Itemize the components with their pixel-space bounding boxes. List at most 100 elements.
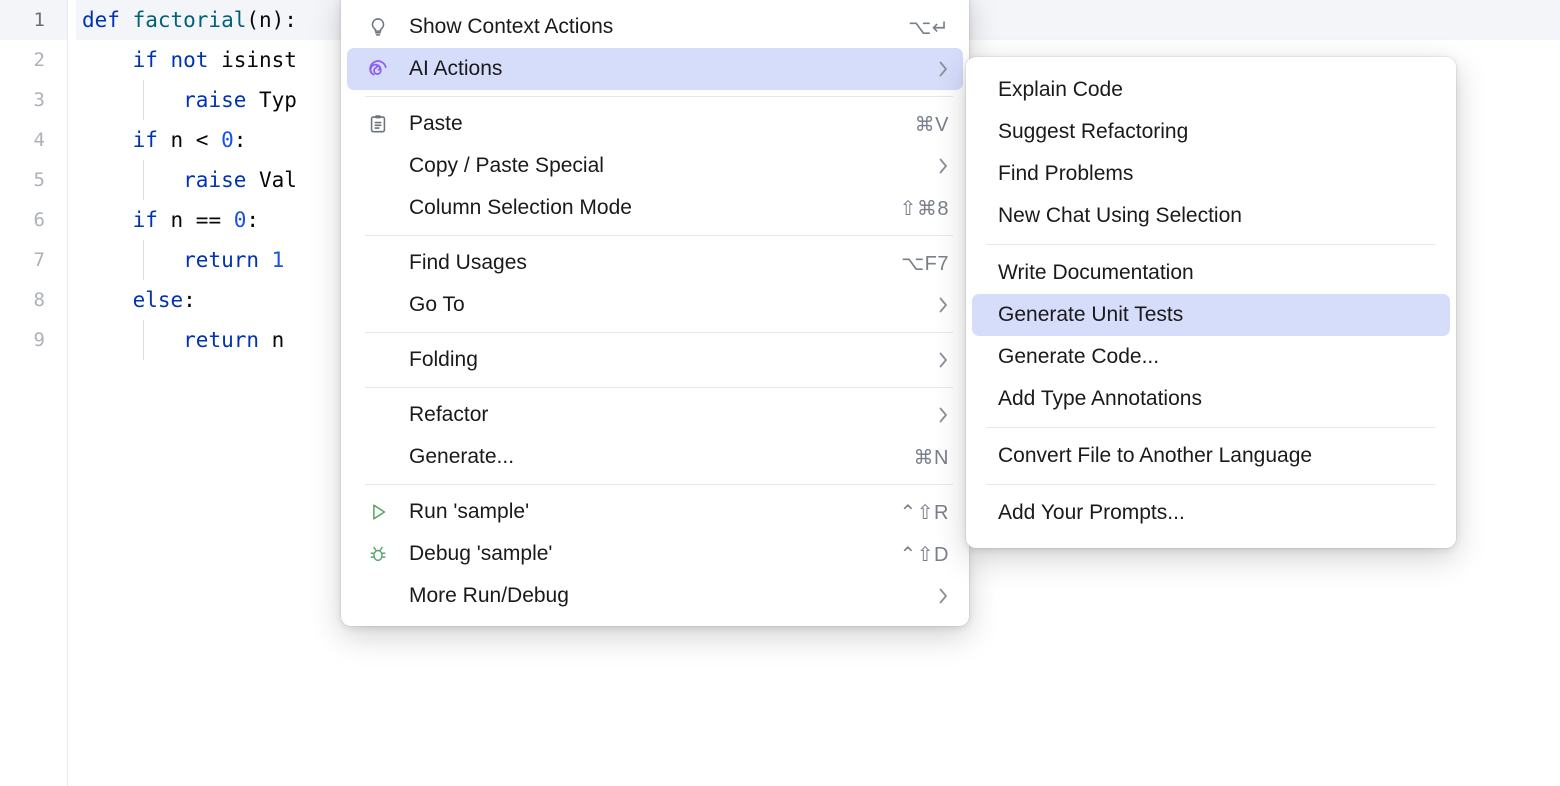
menu-item-label: Run 'sample' [409, 500, 530, 523]
menu-separator [365, 332, 953, 333]
menu-item-generate-code[interactable]: Generate Code... [972, 336, 1450, 378]
code-token: if not [132, 48, 222, 72]
menu-item-label: Column Selection Mode [409, 196, 632, 219]
line-number: 8 [33, 289, 45, 311]
menu-item-label: Copy / Paste Special [409, 154, 604, 177]
menu-separator [365, 387, 953, 388]
menu-item-add-your-prompts[interactable]: Add Your Prompts... [972, 492, 1450, 534]
chevron-right-icon [912, 296, 949, 314]
line-number: 7 [33, 249, 45, 271]
line-number: 9 [33, 329, 45, 351]
code-token: Val [259, 168, 297, 192]
menu-item-label: Generate Code... [998, 345, 1160, 368]
editor-context-menu[interactable]: Show Context Actions ⌥↵ AI Actions Paste ⌘V C… [341, 0, 969, 626]
code-token: return [183, 328, 272, 352]
menu-item-column-selection-mode[interactable]: Column Selection Mode ⇧⌘8 [347, 187, 963, 229]
menu-item-more-run-debug[interactable]: More Run/Debug [347, 575, 963, 617]
menu-separator [986, 427, 1436, 428]
menu-item-ai-actions[interactable]: AI Actions [347, 48, 963, 90]
menu-item-label: Convert File to Another Language [998, 444, 1313, 467]
code-token: else [132, 288, 184, 312]
menu-item-find-usages[interactable]: Find Usages ⌥F7 [347, 242, 963, 284]
menu-item-label: Generate... [409, 445, 515, 468]
menu-item-label: More Run/Debug [409, 584, 569, 607]
code-token: 1 [271, 248, 285, 272]
menu-item-label: Debug 'sample' [409, 542, 553, 565]
code-token: isinst [221, 48, 297, 72]
menu-item-show-context-actions[interactable]: Show Context Actions ⌥↵ [347, 6, 963, 48]
menu-item-label: Find Problems [998, 162, 1134, 185]
indent-guide [143, 160, 144, 200]
menu-item-label: Explain Code [998, 78, 1123, 101]
code-token: if [132, 208, 171, 232]
menu-item-go-to[interactable]: Go To [347, 284, 963, 326]
menu-item-shortcut: ⌃⇧R [899, 501, 949, 524]
menu-item-generate[interactable]: Generate... ⌘N [347, 436, 963, 478]
code-token: (n): [246, 8, 297, 32]
menu-item-debug-sample[interactable]: Debug 'sample' ⌃⇧D [347, 533, 963, 575]
menu-item-paste[interactable]: Paste ⌘V [347, 103, 963, 145]
chevron-right-icon [912, 351, 949, 369]
menu-item-label: Add Type Annotations [998, 387, 1202, 410]
menu-separator [986, 244, 1436, 245]
chevron-right-icon [912, 406, 949, 424]
run-icon [365, 501, 391, 523]
menu-item-explain-code[interactable]: Explain Code [972, 69, 1450, 111]
code-token: n < [170, 128, 222, 152]
menu-item-label: Show Context Actions [409, 15, 614, 38]
indent-guide [143, 80, 144, 120]
code-token: n == [170, 208, 234, 232]
menu-item-shortcut: ⌥F7 [901, 252, 949, 275]
menu-item-shortcut: ⌃⇧D [899, 543, 949, 566]
clipboard-icon [365, 113, 391, 135]
menu-item-shortcut: ⌥↵ [908, 16, 949, 39]
menu-item-run-sample[interactable]: Run 'sample' ⌃⇧R [347, 491, 963, 533]
menu-item-write-documentation[interactable]: Write Documentation [972, 252, 1450, 294]
code-token: raise [183, 168, 260, 192]
menu-item-add-type-annotations[interactable]: Add Type Annotations [972, 378, 1450, 420]
ai-spiral-icon [365, 58, 391, 80]
code-token: : [233, 128, 247, 152]
line-number: 5 [33, 169, 45, 191]
menu-item-shortcut: ⇧⌘8 [899, 197, 949, 220]
ai-actions-submenu[interactable]: Explain Code Suggest Refactoring Find Prob… [966, 57, 1456, 548]
menu-item-label: Paste [409, 112, 463, 135]
code-token: : [246, 208, 260, 232]
menu-item-folding[interactable]: Folding [347, 339, 963, 381]
menu-item-suggest-refactoring[interactable]: Suggest Refactoring [972, 111, 1450, 153]
code-token: 0 [221, 128, 234, 152]
menu-item-generate-unit-tests[interactable]: Generate Unit Tests [972, 294, 1450, 336]
menu-item-label: Add Your Prompts... [998, 501, 1185, 524]
menu-item-label: Suggest Refactoring [998, 120, 1189, 143]
line-number-gutter[interactable]: 1 2 3 4 5 6 7 8 9 [0, 0, 68, 786]
line-number: 6 [33, 209, 45, 231]
menu-separator [365, 484, 953, 485]
line-number: 4 [33, 129, 45, 151]
menu-item-find-problems[interactable]: Find Problems [972, 153, 1450, 195]
menu-item-convert-file-to-another-language[interactable]: Convert File to Another Language [972, 435, 1450, 477]
menu-item-label: Find Usages [409, 251, 527, 274]
code-token: raise [183, 88, 260, 112]
indent-guide [143, 320, 144, 360]
line-number: 2 [33, 49, 45, 71]
menu-item-shortcut: ⌘V [914, 113, 949, 136]
debug-icon [365, 543, 391, 565]
menu-item-label: New Chat Using Selection [998, 204, 1242, 227]
chevron-right-icon [912, 60, 949, 78]
menu-item-copy-paste-special[interactable]: Copy / Paste Special [347, 145, 963, 187]
menu-item-label: Write Documentation [998, 261, 1194, 284]
menu-item-new-chat-using-selection[interactable]: New Chat Using Selection [972, 195, 1450, 237]
menu-item-label: Generate Unit Tests [998, 303, 1184, 326]
code-token: 0 [233, 208, 247, 232]
indent-guide [143, 240, 144, 280]
menu-item-refactor[interactable]: Refactor [347, 394, 963, 436]
menu-item-label: Go To [409, 293, 465, 316]
code-token: : [183, 288, 196, 312]
menu-item-label: Folding [409, 348, 478, 371]
